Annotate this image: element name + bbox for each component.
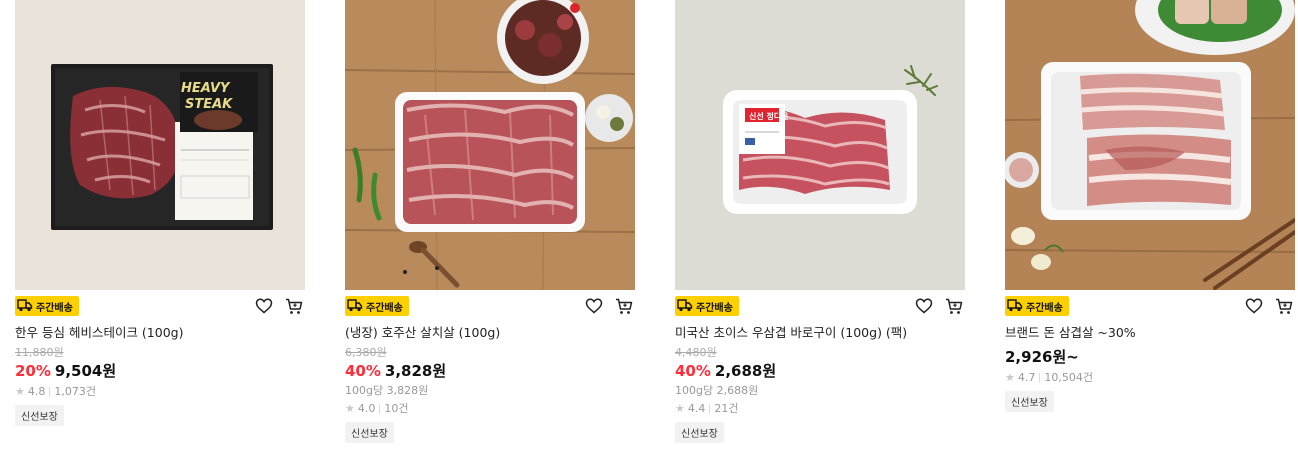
- product-name[interactable]: 한우 등심 헤비스테이크 (100g): [15, 325, 305, 341]
- star-icon: ★: [1005, 371, 1015, 384]
- fresh-guarantee-tag: 신선보장: [345, 422, 394, 443]
- fresh-guarantee-tag: 신선보장: [1005, 391, 1054, 412]
- product-image[interactable]: HEAVY STEAK: [15, 0, 305, 290]
- divider: [379, 403, 381, 414]
- discount-rate: 20%: [15, 362, 51, 380]
- product-name[interactable]: 브랜드 돈 삼겹살 ~30%: [1005, 325, 1295, 341]
- star-icon: ★: [15, 385, 25, 398]
- heart-icon[interactable]: [585, 298, 603, 314]
- product-grid: HEAVY STEAK 주간배송 한우 등심 헤비스테이크 (100g) 11,…: [0, 0, 1298, 454]
- rating-value: 4.4: [687, 402, 706, 415]
- package-label: STEAK: [185, 97, 233, 112]
- rating-row: ★ 4.8 1,073건: [15, 384, 305, 399]
- sale-price: 2,688원: [714, 362, 777, 380]
- product-name[interactable]: 미국산 초이스 우삼겹 바로구이 (100g) (팩): [675, 325, 965, 341]
- unit-price: 100g당 3,828원: [345, 384, 429, 397]
- divider: [1039, 372, 1041, 383]
- star-icon: ★: [675, 402, 685, 415]
- heart-icon[interactable]: [915, 298, 933, 314]
- truck-icon: [347, 298, 363, 315]
- delivery-badge: 주간배송: [675, 296, 739, 316]
- rating-value: 4.8: [27, 385, 46, 398]
- review-count: 10건: [384, 402, 409, 415]
- product-card[interactable]: 신선 정다운 주간배송 미국산 초이스 우삼겹 바로구이 (100g) (팩) …: [675, 0, 965, 443]
- package-label: 신선 정다운: [749, 111, 789, 121]
- star-icon: ★: [345, 402, 355, 415]
- truck-icon: [1007, 298, 1023, 315]
- divider: [49, 386, 51, 397]
- rating-value: 4.0: [357, 402, 376, 415]
- rating-row: ★ 4.4 21건: [675, 401, 965, 416]
- cart-icon[interactable]: [1275, 298, 1293, 315]
- original-price: 6,380원: [345, 346, 387, 359]
- sale-price: 3,828원: [384, 362, 447, 380]
- delivery-badge-label: 주간배송: [1026, 302, 1063, 314]
- product-name[interactable]: (냉장) 호주산 살치살 (100g): [345, 325, 635, 341]
- product-card[interactable]: 주간배송 (냉장) 호주산 살치살 (100g) 6,380원 40% 3,828…: [345, 0, 635, 443]
- delivery-badge: 주간배송: [1005, 296, 1069, 316]
- package-label: HEAVY: [181, 81, 231, 96]
- unit-price: 100g당 2,688원: [675, 384, 759, 397]
- discount-rate: 40%: [675, 362, 711, 380]
- sale-price: 2,926원~: [1005, 348, 1079, 366]
- review-count: 21건: [714, 402, 739, 415]
- discount-rate: 40%: [345, 362, 381, 380]
- delivery-badge: 주간배송: [345, 296, 409, 316]
- rating-row: ★ 4.7 10,504건: [1005, 370, 1295, 385]
- product-image[interactable]: 신선 정다운: [675, 0, 965, 290]
- rating-value: 4.7: [1017, 371, 1036, 384]
- heart-icon[interactable]: [1245, 298, 1263, 314]
- original-price: 4,480원: [675, 346, 717, 359]
- cart-icon[interactable]: [615, 298, 633, 315]
- delivery-badge: 주간배송: [15, 296, 79, 316]
- review-count: 10,504건: [1044, 371, 1093, 384]
- rating-row: ★ 4.0 10건: [345, 401, 635, 416]
- delivery-badge-label: 주간배송: [696, 302, 733, 314]
- cart-icon[interactable]: [945, 298, 963, 315]
- heart-icon[interactable]: [255, 298, 273, 314]
- product-image[interactable]: [345, 0, 635, 290]
- product-image[interactable]: [1005, 0, 1295, 290]
- review-count: 1,073건: [54, 385, 96, 398]
- sale-price: 9,504원: [54, 362, 117, 380]
- truck-icon: [677, 298, 693, 315]
- divider: [709, 403, 711, 414]
- product-card[interactable]: 주간배송 브랜드 돈 삼겹살 ~30% 2,926원~ ★ 4.7 10,504…: [1005, 0, 1295, 412]
- fresh-guarantee-tag: 신선보장: [15, 405, 64, 426]
- delivery-badge-label: 주간배송: [366, 302, 403, 314]
- fresh-guarantee-tag: 신선보장: [675, 422, 724, 443]
- delivery-badge-label: 주간배송: [36, 302, 73, 314]
- truck-icon: [17, 298, 33, 315]
- cart-icon[interactable]: [285, 298, 303, 315]
- original-price: 11,880원: [15, 346, 64, 359]
- product-card[interactable]: HEAVY STEAK 주간배송 한우 등심 헤비스테이크 (100g) 11,…: [15, 0, 305, 426]
